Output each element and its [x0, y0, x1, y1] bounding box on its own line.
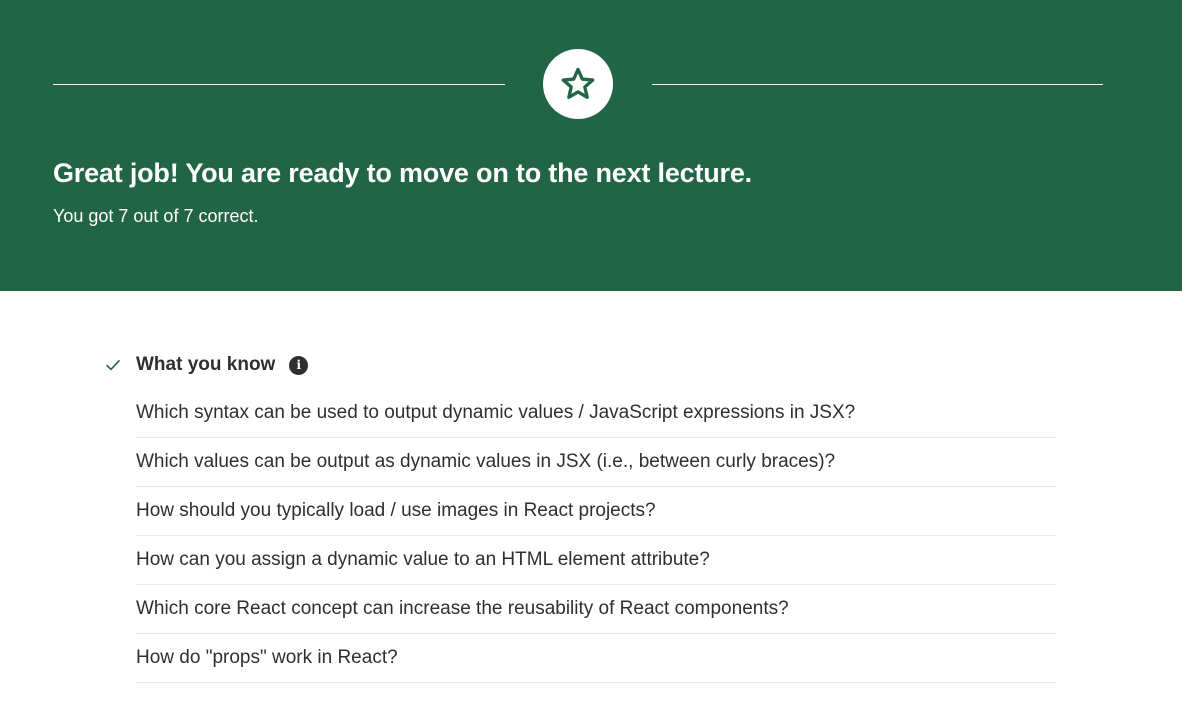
question-item[interactable]: Which syntax can be used to output dynam…: [136, 389, 1056, 438]
star-badge: [543, 49, 613, 119]
question-item[interactable]: Which core React concept can increase th…: [136, 585, 1056, 634]
divider-right: [652, 84, 1103, 85]
question-item[interactable]: How should you typically load / use imag…: [136, 487, 1056, 536]
question-list: Which syntax can be used to output dynam…: [136, 389, 1056, 683]
check-icon: [104, 356, 122, 374]
result-headline: Great job! You are ready to move on to t…: [53, 158, 752, 188]
question-item[interactable]: How can you assign a dynamic value to an…: [136, 536, 1056, 585]
score-text: You got 7 out of 7 correct.: [53, 206, 259, 226]
question-item[interactable]: Which values can be output as dynamic va…: [136, 438, 1056, 487]
star-icon: [561, 67, 595, 99]
what-you-know-header: What you know i: [104, 352, 309, 378]
divider-left: [53, 84, 505, 85]
result-banner: Great job! You are ready to move on to t…: [0, 0, 1182, 291]
info-icon[interactable]: i: [289, 355, 309, 375]
section-title: What you know: [136, 354, 276, 375]
question-item[interactable]: How do "props" work in React?: [136, 634, 1056, 683]
